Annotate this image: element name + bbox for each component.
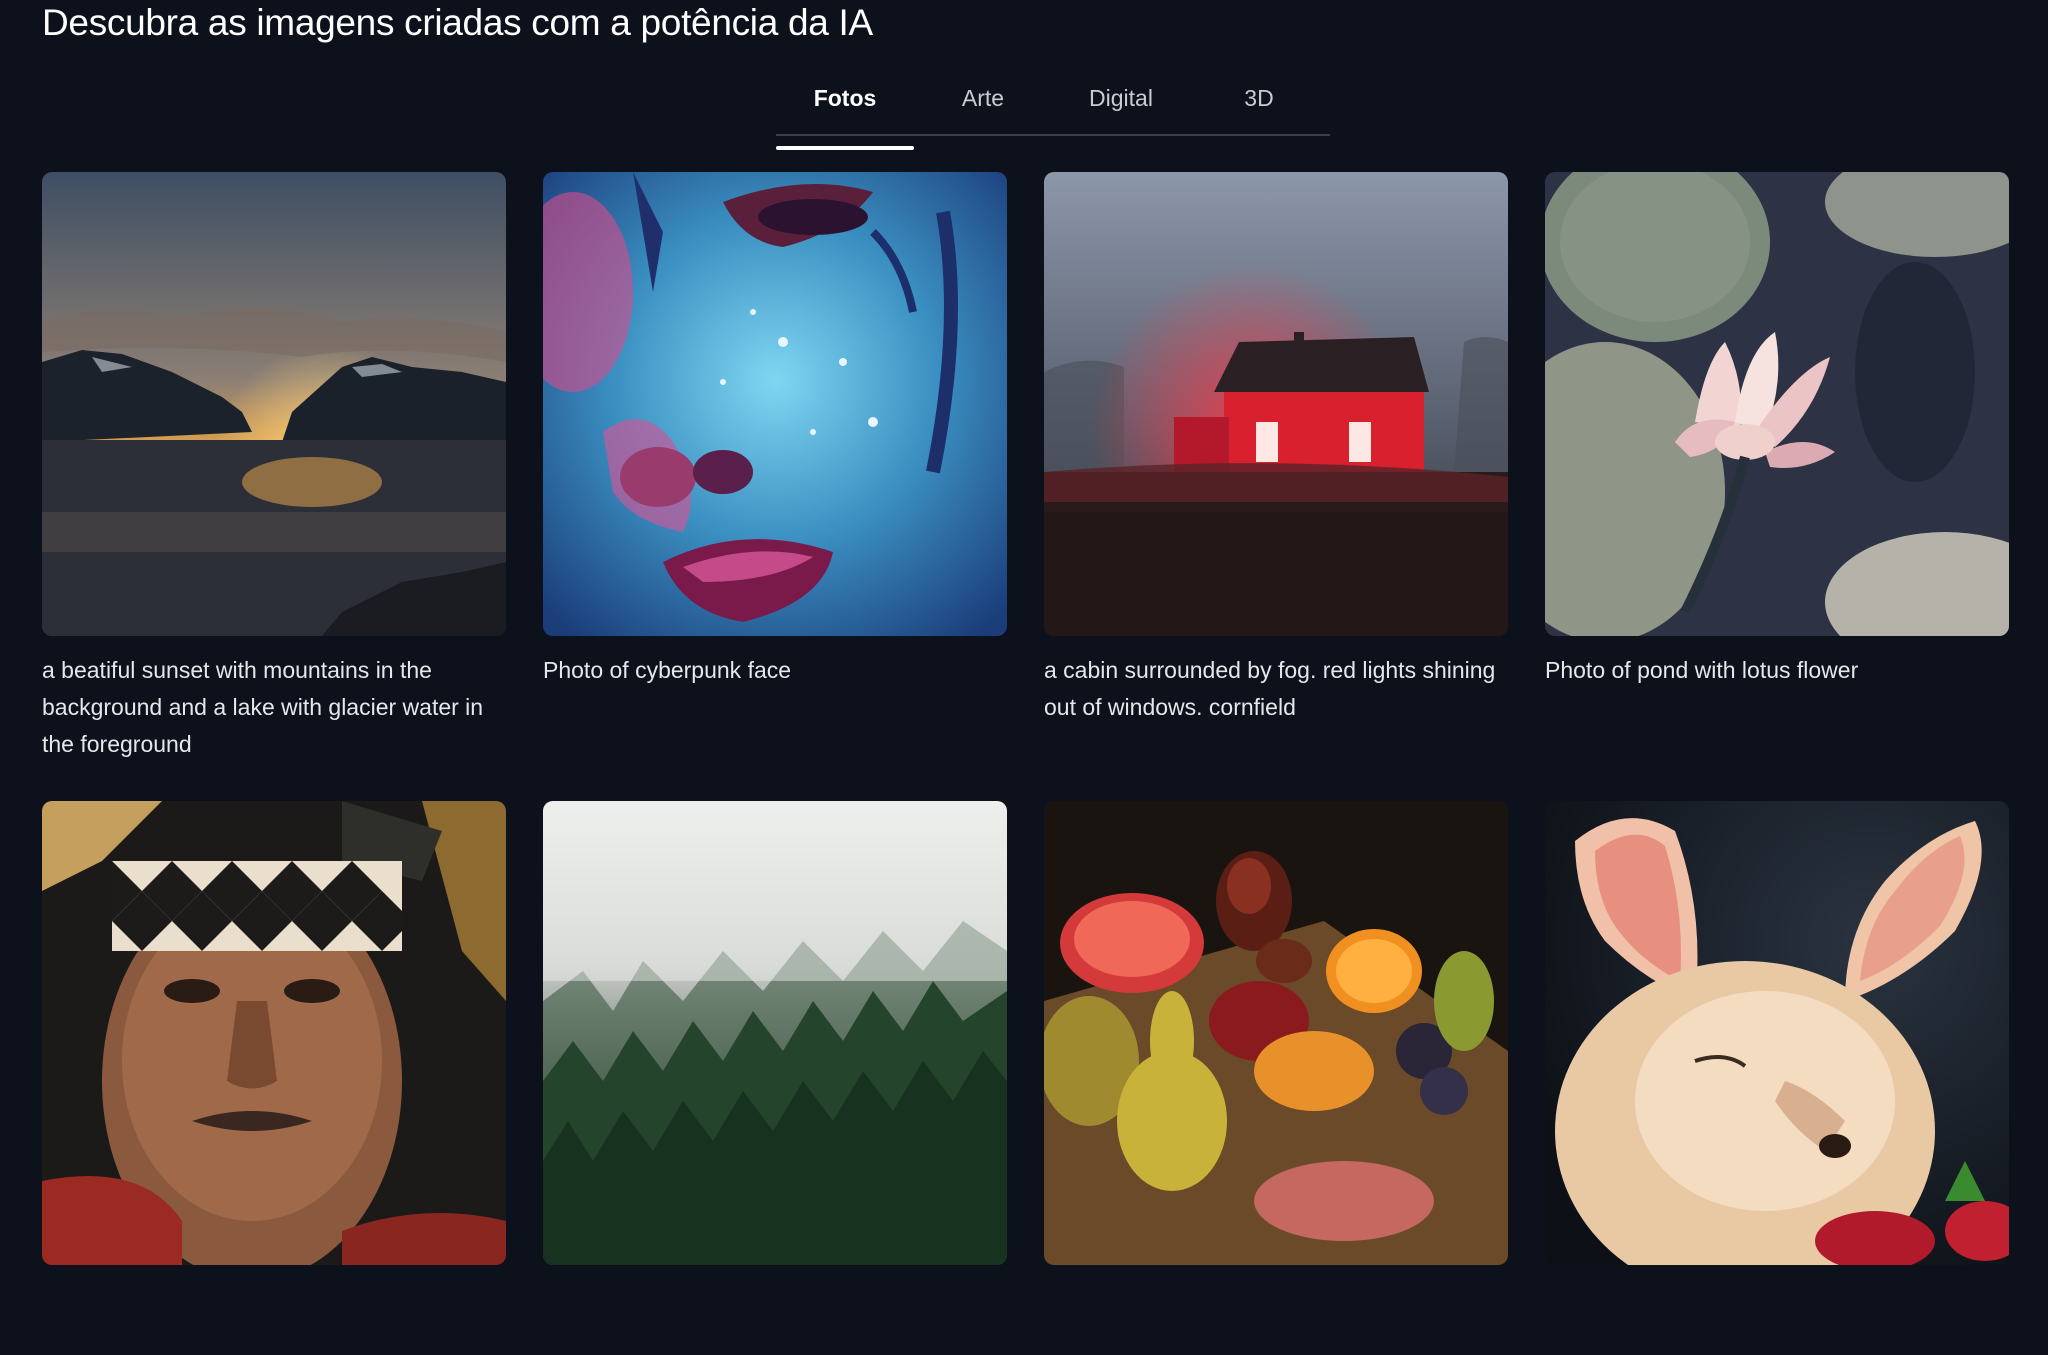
fruit-still-life-image[interactable] [1044,801,1508,1265]
tab-3d[interactable]: 3D [1190,76,1328,134]
fennec-fox-image[interactable] [1545,801,2009,1265]
image-caption [1545,1281,2009,1355]
gallery-card[interactable]: Photo of pond with lotus flower [1545,172,2009,763]
image-caption: Photo of cyberpunk face [543,657,792,683]
image-caption [1044,1281,1508,1355]
gallery-card[interactable] [1044,801,1508,1355]
gallery-card[interactable]: Photo of cyberpunk face [543,172,1007,763]
image-caption [543,1281,1007,1355]
tab-fotos[interactable]: Fotos [776,76,914,150]
sunset-mountain-lake-image[interactable] [42,172,506,636]
foggy-forest-image[interactable] [543,801,1007,1265]
gallery-card[interactable]: a beatiful sunset with mountains in the … [42,172,506,763]
gallery-card[interactable]: a cabin surrounded by fog. red lights sh… [1044,172,1508,763]
image-caption [42,1281,506,1355]
foggy-red-cabin-image[interactable] [1044,172,1508,636]
tab-digital[interactable]: Digital [1052,76,1190,134]
gallery-card[interactable] [1545,801,2009,1355]
cyberpunk-face-image[interactable] [543,172,1007,636]
gallery-card[interactable] [42,801,506,1355]
image-caption: Photo of pond with lotus flower [1545,657,1859,683]
tab-arte[interactable]: Arte [914,76,1052,134]
category-tabs: Fotos Arte Digital 3D [776,76,1330,150]
tribal-portrait-image[interactable] [42,801,506,1265]
image-gallery: a beatiful sunset with mountains in the … [42,172,2009,1355]
image-caption: a cabin surrounded by fog. red lights sh… [1044,657,1496,720]
image-caption: a beatiful sunset with mountains in the … [42,657,484,757]
gallery-card[interactable] [543,801,1007,1355]
page-title: Descubra as imagens criadas com a potênc… [42,2,873,43]
lotus-pond-image[interactable] [1545,172,2009,636]
